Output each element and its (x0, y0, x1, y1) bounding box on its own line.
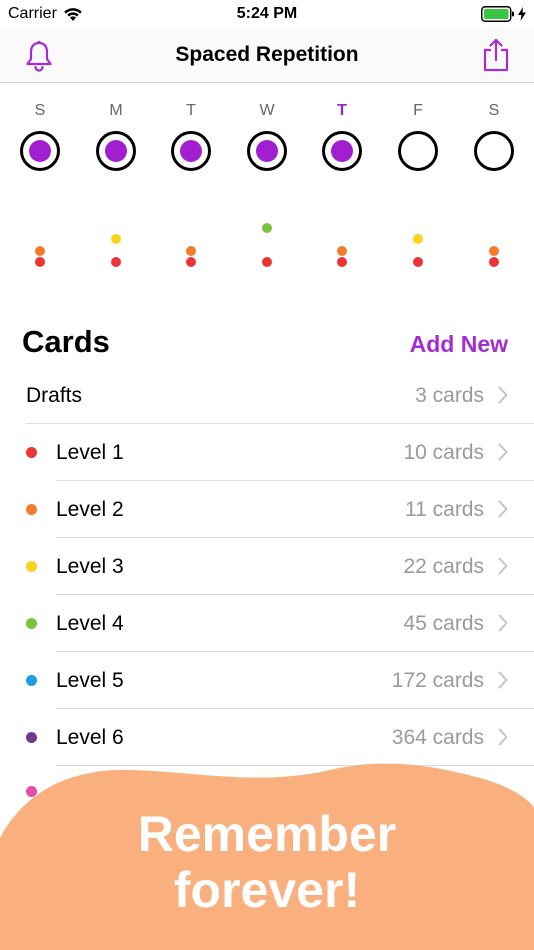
level-dot-red (337, 257, 347, 267)
level-color-dot (26, 504, 37, 515)
list-item-count: 364 cards (391, 726, 484, 749)
chevron-right-icon (498, 386, 508, 404)
list-item-label: Level 4 (56, 612, 124, 635)
list-item-count: 22 cards (403, 555, 484, 578)
chevron-right-icon (498, 671, 508, 689)
level-dot-red (262, 257, 272, 267)
list-item-label: Level 5 (56, 669, 124, 692)
promo-tagline: Remember forever! (0, 806, 534, 918)
day-letter: W (259, 102, 275, 119)
list-item[interactable]: Level 4 45 cards (0, 595, 534, 652)
level-dot-red (111, 257, 121, 267)
day-completed-fill (256, 140, 278, 162)
chevron-right-icon (498, 443, 508, 461)
level-dot-yellow (111, 234, 121, 244)
day-column[interactable]: T (161, 100, 221, 171)
page-title: Spaced Repetition (175, 43, 359, 66)
day-completed-circle (20, 131, 60, 171)
day-letter: S (488, 102, 500, 119)
day-letter: F (413, 102, 423, 119)
day-letter: S (34, 102, 46, 119)
day-column[interactable]: F (388, 100, 448, 171)
day-completed-circle (247, 131, 287, 171)
day-column[interactable]: W (237, 100, 297, 171)
day-letter: M (109, 102, 123, 119)
list-item-count: 45 cards (403, 612, 484, 635)
list-item-label: Level 2 (56, 498, 124, 521)
cards-heading: Cards (22, 324, 110, 359)
day-completed-fill (105, 140, 127, 162)
level-color-dot (26, 561, 37, 572)
day-column[interactable]: S (10, 100, 70, 171)
level-dot-orange (489, 246, 499, 256)
day-column[interactable]: M (86, 100, 146, 171)
day-completed-circle (96, 131, 136, 171)
level-dot-red (489, 257, 499, 267)
level-dot-green (262, 223, 272, 233)
chevron-right-icon (498, 614, 508, 632)
day-letter: T (337, 102, 347, 119)
level-dot-red (413, 257, 423, 267)
cards-list: Drafts 3 cards Level 1 10 cards Level 2 11 ca… (0, 367, 534, 823)
list-item-count: 3 cards (415, 384, 484, 407)
day-completed-circle (322, 131, 362, 171)
list-item-label: Level 3 (56, 555, 124, 578)
day-completed-fill (29, 140, 51, 162)
level-dot-red (35, 257, 45, 267)
day-column[interactable]: T (312, 100, 372, 171)
level-color-dot (26, 447, 37, 458)
list-item[interactable]: Level 3 22 cards (0, 538, 534, 595)
level-dot-orange (186, 246, 196, 256)
chevron-right-icon (498, 500, 508, 518)
list-item[interactable]: Level 6 364 cards (0, 709, 534, 766)
status-time: 5:24 PM (236, 5, 298, 22)
list-item[interactable]: Drafts 3 cards (0, 367, 534, 424)
list-item-label: Drafts (26, 384, 83, 407)
promo-line-1: Remember (137, 806, 397, 862)
promo-line-2: forever! (173, 862, 361, 918)
list-item-count: 10 cards (403, 441, 484, 464)
add-new-button[interactable]: Add New (410, 331, 508, 358)
level-color-dot (26, 675, 37, 686)
day-column[interactable]: S (464, 100, 524, 171)
chevron-right-icon (498, 728, 508, 746)
status-bar: Carrier 5:24 PM (0, 0, 534, 28)
list-item-label: Level 1 (56, 441, 124, 464)
navigation-bar: Spaced Repetition (0, 28, 534, 83)
day-letter: T (186, 102, 196, 119)
bolt-icon (518, 7, 526, 21)
day-empty-circle (474, 131, 514, 171)
day-completed-fill (180, 140, 202, 162)
list-item-count: 172 cards (391, 669, 484, 692)
level-dot-yellow (413, 234, 423, 244)
level-dot-orange (35, 246, 45, 256)
battery-indicator (481, 6, 526, 22)
list-item-label: Level 6 (56, 726, 124, 749)
level-color-dot (26, 732, 37, 743)
day-completed-fill (331, 140, 353, 162)
level-dot-red (186, 257, 196, 267)
list-item[interactable]: Level 1 10 cards (0, 424, 534, 481)
chevron-right-icon (498, 557, 508, 575)
list-item[interactable]: Level 5 172 cards (0, 652, 534, 709)
level-color-dot (26, 618, 37, 629)
share-icon[interactable] (482, 38, 510, 72)
day-completed-circle (171, 131, 211, 171)
day-empty-circle (398, 131, 438, 171)
list-item-count: 11 cards (405, 498, 484, 521)
list-item[interactable]: Level 2 11 cards (0, 481, 534, 538)
level-dot-orange (337, 246, 347, 256)
battery-full-icon (481, 6, 514, 22)
